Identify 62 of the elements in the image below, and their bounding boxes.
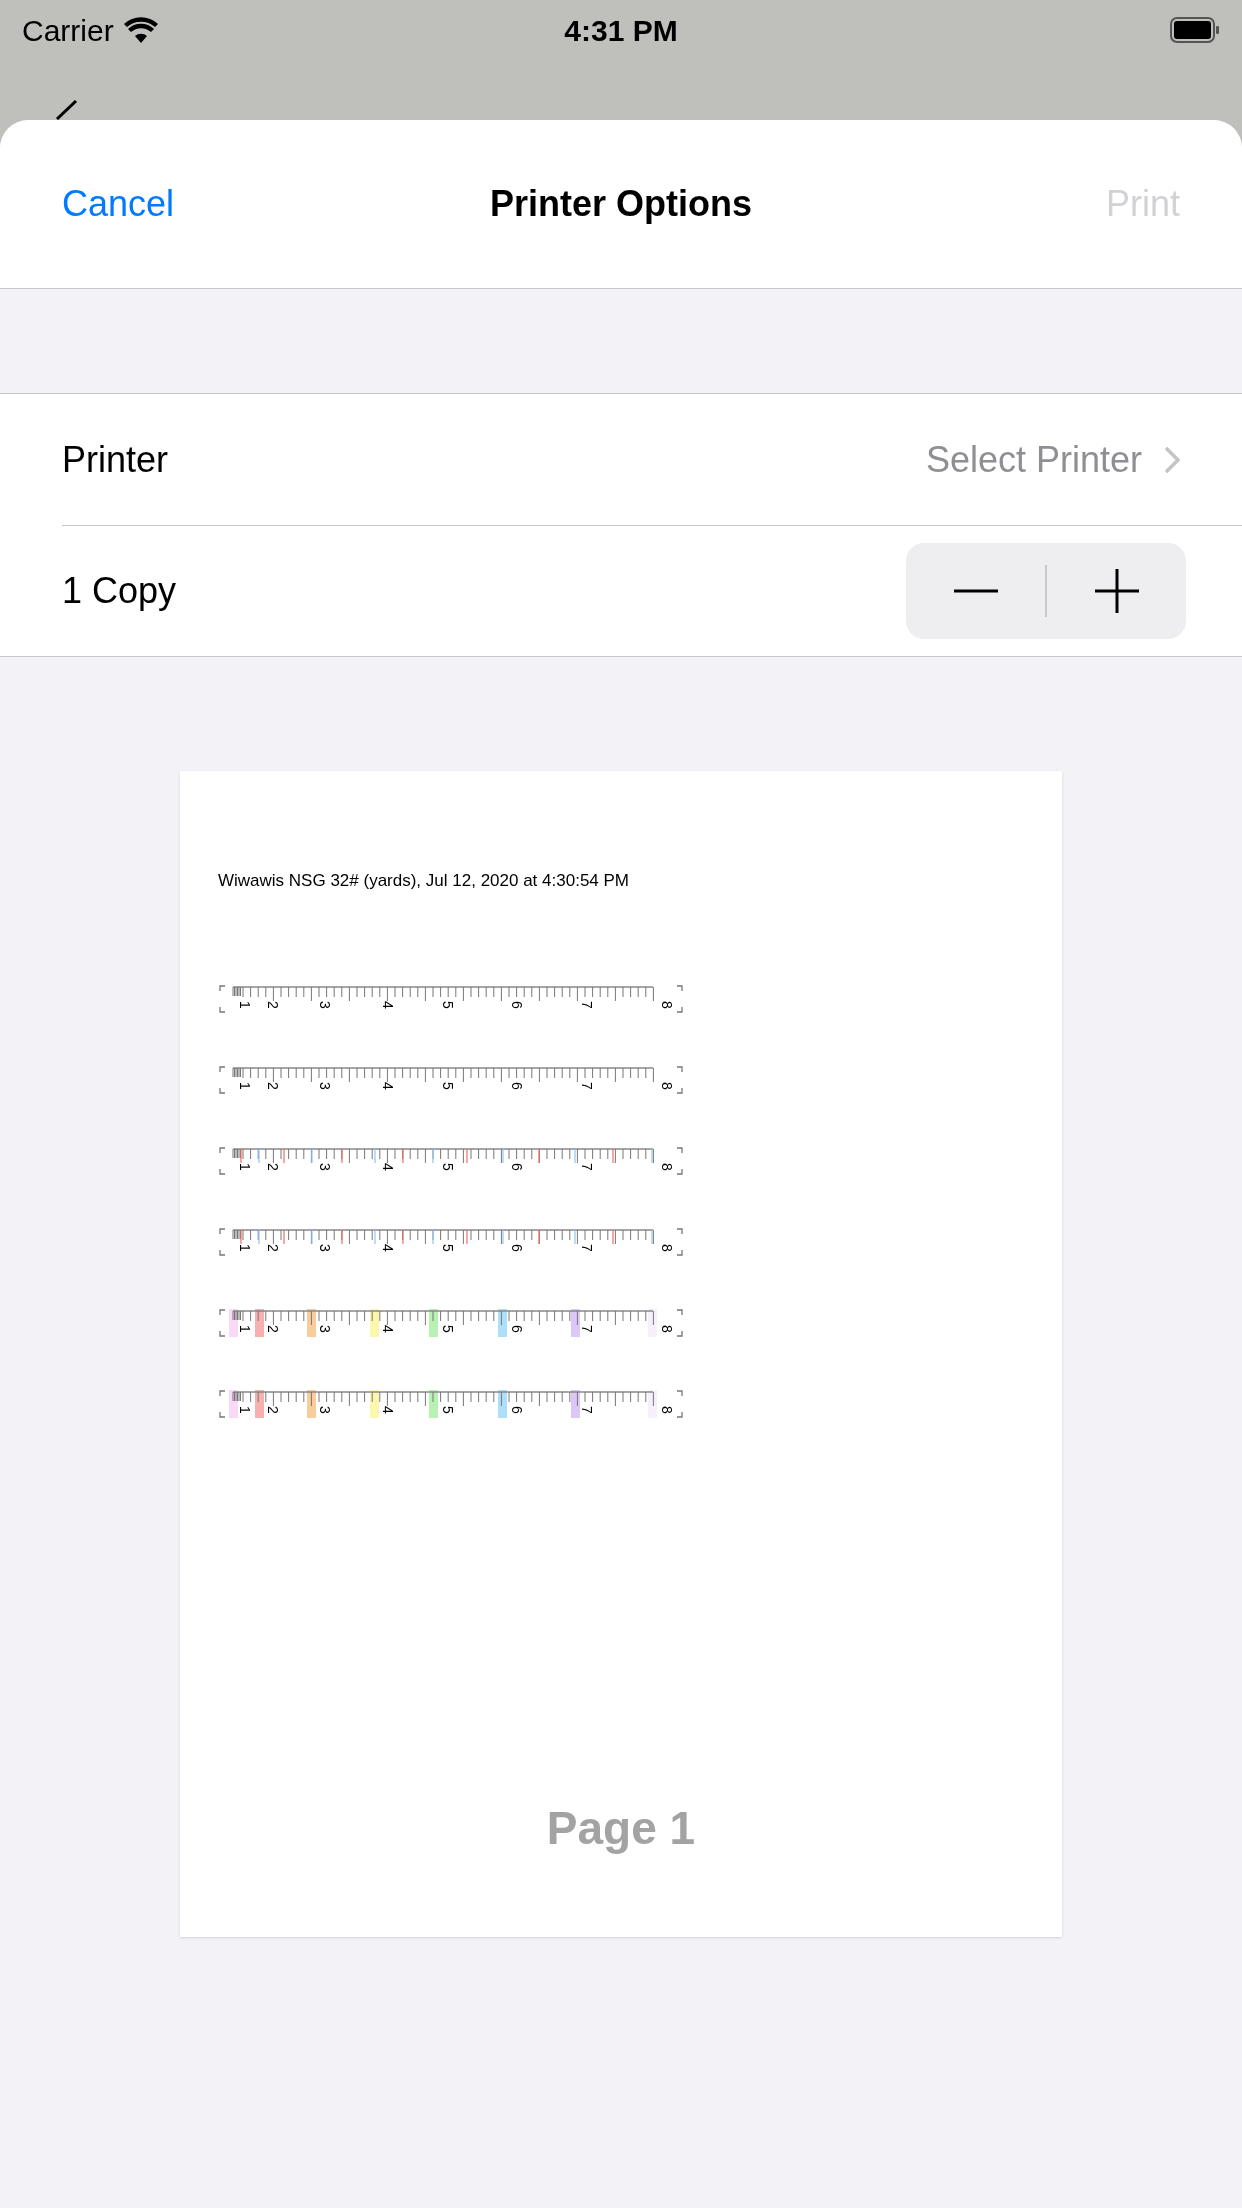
- ruler-number: 7: [579, 1082, 595, 1090]
- select-printer-link[interactable]: Select Printer: [925, 432, 1186, 487]
- ruler-number: 7: [579, 1163, 595, 1171]
- ruler-number: 5: [440, 1406, 456, 1414]
- ruler-number: 7: [579, 1001, 595, 1009]
- ruler-number: 2: [265, 1082, 281, 1090]
- ruler-number: 3: [317, 1244, 333, 1252]
- ruler-number: 6: [509, 1406, 525, 1414]
- ruler-number: 1: [237, 1244, 253, 1252]
- ruler-number: 8: [659, 1082, 675, 1090]
- cancel-button[interactable]: Cancel: [62, 177, 282, 231]
- page-label: Page 1: [546, 1801, 696, 1856]
- ruler-number: 3: [317, 1082, 333, 1090]
- ruler-number: 2: [265, 1163, 281, 1171]
- ruler-number: 4: [380, 1001, 396, 1009]
- ruler-number: 2: [265, 1406, 281, 1414]
- ruler-number: 3: [317, 1325, 333, 1333]
- sheet-title: Printer Options: [490, 182, 752, 226]
- ruler-number: 8: [659, 1406, 675, 1414]
- clock-time: 4:31 PM: [564, 12, 678, 49]
- ruler-number: 4: [380, 1163, 396, 1171]
- ruler-number: 2: [265, 1001, 281, 1009]
- ruler-number: 4: [380, 1082, 396, 1090]
- document-heading: Wiwawis NSG 32# (yards), Jul 12, 2020 at 4:30:54 PM: [218, 871, 630, 891]
- ruler-number: 8: [659, 1244, 675, 1252]
- ruler-number: 5: [440, 1163, 456, 1171]
- ruler-number: 5: [440, 1325, 456, 1333]
- plus-icon: [1094, 569, 1139, 613]
- ruler-number: 5: [440, 1244, 456, 1252]
- ruler-number: 3: [317, 1406, 333, 1414]
- ruler-number: 1: [237, 1001, 253, 1009]
- ruler-number: 1: [237, 1406, 253, 1414]
- ruler-number: 5: [440, 1082, 456, 1090]
- row-label: 1 Copy: [62, 569, 177, 613]
- ruler-number: 7: [579, 1244, 595, 1252]
- ruler-number: 6: [509, 1082, 525, 1090]
- ruler-number: 7: [579, 1406, 595, 1414]
- ruler-number: 6: [509, 1325, 525, 1333]
- carrier-name: Carrier: [22, 12, 114, 49]
- wifi-icon: [123, 17, 158, 43]
- ruler-number: 1: [237, 1082, 253, 1090]
- ruler-number: 4: [380, 1406, 396, 1414]
- ruler-number: 6: [509, 1001, 525, 1009]
- chevron-right-icon: [1164, 445, 1180, 474]
- ruler-number: 2: [265, 1325, 281, 1333]
- ruler-number: 4: [380, 1325, 396, 1333]
- ruler-number: 7: [579, 1325, 595, 1333]
- ruler-number: 8: [659, 1001, 675, 1009]
- ruler-number: 4: [380, 1244, 396, 1252]
- ruler-number: 8: [659, 1163, 675, 1171]
- battery-icon: [1170, 17, 1220, 43]
- ruler-number: 2: [265, 1244, 281, 1252]
- minus-icon: [953, 589, 998, 593]
- ruler-number: 3: [317, 1001, 333, 1009]
- ruler-number: 1: [237, 1325, 253, 1333]
- ruler-number: 6: [509, 1163, 525, 1171]
- ruler-number: 6: [509, 1244, 525, 1252]
- ruler-number: 1: [237, 1163, 253, 1171]
- ruler-number: 8: [659, 1325, 675, 1333]
- ruler-number: 3: [317, 1163, 333, 1171]
- ruler-number: 5: [440, 1001, 456, 1009]
- row-label: Printer: [62, 437, 169, 482]
